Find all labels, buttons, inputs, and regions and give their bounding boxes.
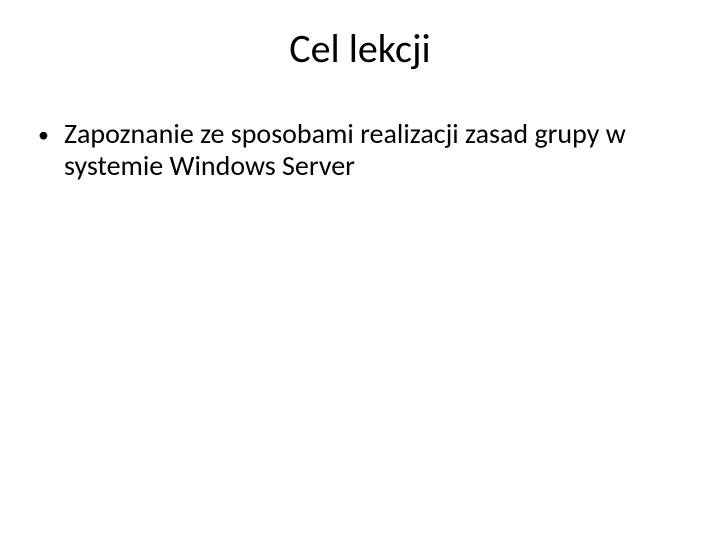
list-item: • Zapoznanie ze sposobami realizacji zas… — [38, 118, 660, 182]
slide-body: • Zapoznanie ze sposobami realizacji zas… — [38, 118, 660, 182]
slide: Cel lekcji • Zapoznanie ze sposobami rea… — [0, 0, 720, 540]
bullet-icon: • — [38, 118, 64, 147]
slide-title: Cel lekcji — [0, 24, 720, 73]
bullet-text: Zapoznanie ze sposobami realizacji zasad… — [64, 118, 660, 182]
